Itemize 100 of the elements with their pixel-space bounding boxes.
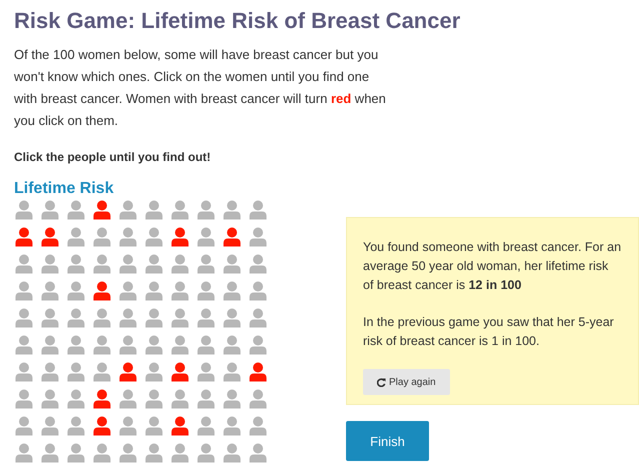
person-icon[interactable] xyxy=(40,227,60,247)
person-icon[interactable] xyxy=(14,443,34,463)
person-icon[interactable] xyxy=(222,254,242,274)
person-icon[interactable] xyxy=(248,227,268,247)
person-icon[interactable] xyxy=(144,335,164,355)
person-icon[interactable] xyxy=(92,335,112,355)
person-icon[interactable] xyxy=(144,227,164,247)
person-icon[interactable] xyxy=(196,443,216,463)
person-icon[interactable] xyxy=(92,416,112,436)
person-icon[interactable] xyxy=(92,200,112,220)
person-icon[interactable] xyxy=(14,227,34,247)
person-icon[interactable] xyxy=(14,200,34,220)
person-icon[interactable] xyxy=(118,362,138,382)
person-icon[interactable] xyxy=(14,254,34,274)
person-icon[interactable] xyxy=(92,227,112,247)
person-icon[interactable] xyxy=(222,281,242,301)
person-icon[interactable] xyxy=(196,308,216,328)
person-icon[interactable] xyxy=(144,416,164,436)
person-icon[interactable] xyxy=(92,362,112,382)
person-icon[interactable] xyxy=(66,362,86,382)
person-icon[interactable] xyxy=(196,416,216,436)
person-icon[interactable] xyxy=(196,335,216,355)
person-icon[interactable] xyxy=(170,416,190,436)
person-icon[interactable] xyxy=(118,335,138,355)
person-icon[interactable] xyxy=(144,254,164,274)
person-icon[interactable] xyxy=(170,389,190,409)
person-icon[interactable] xyxy=(66,335,86,355)
person-icon[interactable] xyxy=(66,416,86,436)
person-icon[interactable] xyxy=(144,308,164,328)
person-icon[interactable] xyxy=(170,227,190,247)
person-icon[interactable] xyxy=(248,362,268,382)
person-icon[interactable] xyxy=(222,416,242,436)
person-icon[interactable] xyxy=(144,281,164,301)
person-icon[interactable] xyxy=(196,227,216,247)
person-icon[interactable] xyxy=(196,389,216,409)
person-icon[interactable] xyxy=(66,389,86,409)
person-icon[interactable] xyxy=(92,308,112,328)
person-icon[interactable] xyxy=(14,362,34,382)
person-icon[interactable] xyxy=(40,362,60,382)
person-icon[interactable] xyxy=(40,335,60,355)
person-icon[interactable] xyxy=(66,443,86,463)
person-icon[interactable] xyxy=(170,281,190,301)
person-icon[interactable] xyxy=(170,308,190,328)
person-icon[interactable] xyxy=(40,254,60,274)
person-icon[interactable] xyxy=(222,200,242,220)
person-icon[interactable] xyxy=(40,308,60,328)
person-icon[interactable] xyxy=(118,308,138,328)
person-icon[interactable] xyxy=(248,416,268,436)
person-icon[interactable] xyxy=(248,335,268,355)
person-icon[interactable] xyxy=(222,335,242,355)
person-icon[interactable] xyxy=(66,308,86,328)
person-icon[interactable] xyxy=(248,308,268,328)
person-icon[interactable] xyxy=(14,281,34,301)
person-icon[interactable] xyxy=(144,443,164,463)
person-icon[interactable] xyxy=(222,362,242,382)
person-icon[interactable] xyxy=(118,200,138,220)
person-icon[interactable] xyxy=(222,389,242,409)
person-icon[interactable] xyxy=(66,227,86,247)
person-icon[interactable] xyxy=(196,200,216,220)
person-icon[interactable] xyxy=(66,200,86,220)
person-icon[interactable] xyxy=(40,281,60,301)
play-again-button[interactable]: Play again xyxy=(363,369,450,395)
person-icon[interactable] xyxy=(118,281,138,301)
person-icon[interactable] xyxy=(14,308,34,328)
person-icon[interactable] xyxy=(92,281,112,301)
person-icon[interactable] xyxy=(14,335,34,355)
person-icon[interactable] xyxy=(248,200,268,220)
person-icon[interactable] xyxy=(196,362,216,382)
person-icon[interactable] xyxy=(40,443,60,463)
person-icon[interactable] xyxy=(40,200,60,220)
person-icon[interactable] xyxy=(248,254,268,274)
finish-button[interactable]: Finish xyxy=(346,421,429,461)
person-icon[interactable] xyxy=(66,254,86,274)
person-icon[interactable] xyxy=(92,443,112,463)
person-icon[interactable] xyxy=(66,281,86,301)
person-icon[interactable] xyxy=(222,308,242,328)
person-icon[interactable] xyxy=(144,200,164,220)
person-icon[interactable] xyxy=(170,335,190,355)
person-icon[interactable] xyxy=(196,281,216,301)
person-icon[interactable] xyxy=(40,416,60,436)
person-icon[interactable] xyxy=(248,281,268,301)
person-icon[interactable] xyxy=(118,443,138,463)
person-icon[interactable] xyxy=(14,389,34,409)
person-icon[interactable] xyxy=(170,443,190,463)
person-icon[interactable] xyxy=(92,254,112,274)
person-icon[interactable] xyxy=(118,227,138,247)
person-icon[interactable] xyxy=(196,254,216,274)
person-icon[interactable] xyxy=(118,389,138,409)
person-icon[interactable] xyxy=(248,443,268,463)
person-icon[interactable] xyxy=(170,362,190,382)
person-icon[interactable] xyxy=(92,389,112,409)
person-icon[interactable] xyxy=(14,416,34,436)
person-icon[interactable] xyxy=(170,254,190,274)
person-icon[interactable] xyxy=(40,389,60,409)
person-icon[interactable] xyxy=(118,254,138,274)
person-icon[interactable] xyxy=(170,200,190,220)
person-icon[interactable] xyxy=(222,443,242,463)
person-icon[interactable] xyxy=(222,227,242,247)
person-icon[interactable] xyxy=(118,416,138,436)
person-icon[interactable] xyxy=(144,362,164,382)
